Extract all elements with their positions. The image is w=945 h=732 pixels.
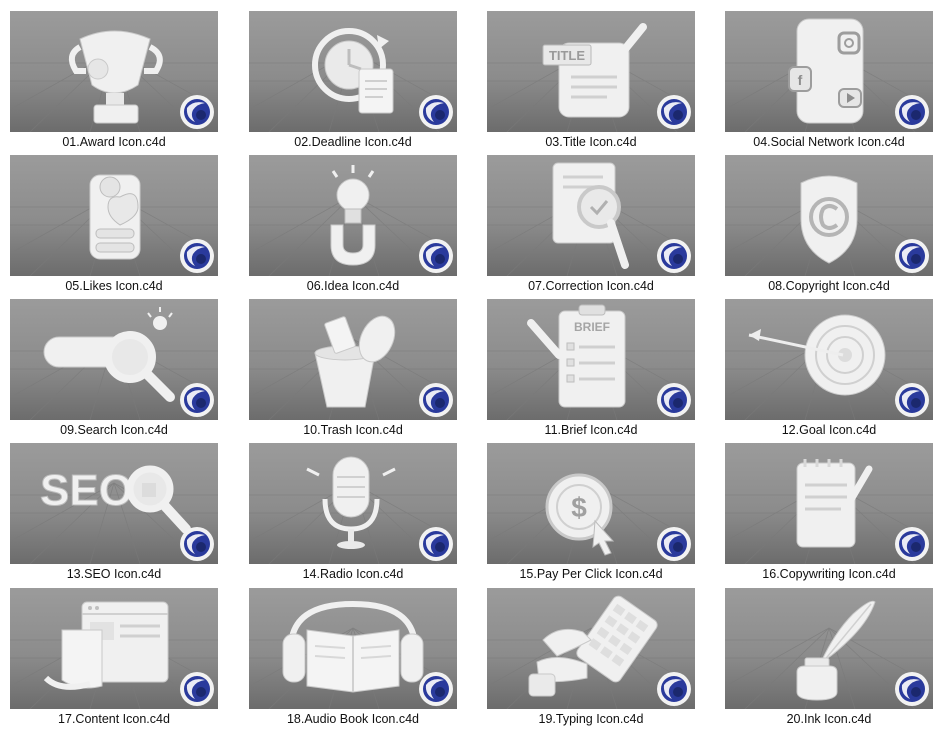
file-tile[interactable]: 16.Copywriting Icon.c4d	[725, 443, 933, 587]
file-thumbnail[interactable]	[487, 155, 695, 276]
file-name: 09.Search Icon.c4d	[60, 423, 168, 437]
file-thumbnail[interactable]: BRIEF	[487, 299, 695, 420]
cinema4d-logo-icon	[657, 527, 691, 561]
file-name: 19.Typing Icon.c4d	[538, 712, 644, 726]
file-name: 16.Copywriting Icon.c4d	[762, 567, 896, 581]
brief-stamp-text: BRIEF	[574, 320, 610, 334]
file-thumbnail[interactable]	[725, 155, 933, 276]
file-thumbnail[interactable]	[249, 588, 457, 709]
file-name: 10.Trash Icon.c4d	[303, 423, 403, 437]
file-name: 13.SEO Icon.c4d	[66, 567, 162, 581]
file-tile[interactable]: 05.Likes Icon.c4d	[10, 155, 218, 299]
file-tile[interactable]: BRIEF 11.Brief Icon.c4d	[487, 299, 695, 443]
file-name: 15.Pay Per Click Icon.c4d	[519, 567, 663, 581]
file-thumbnail[interactable]	[10, 588, 218, 709]
cinema4d-logo-icon	[895, 383, 929, 417]
file-tile[interactable]: 08.Copyright Icon.c4d	[725, 155, 933, 299]
file-thumbnail[interactable]	[249, 299, 457, 420]
cinema4d-logo-icon	[180, 383, 214, 417]
file-name: 03.Title Icon.c4d	[545, 135, 637, 149]
file-name: 05.Likes Icon.c4d	[65, 279, 163, 293]
file-tile[interactable]: 19.Typing Icon.c4d	[487, 588, 695, 732]
file-tile[interactable]: TITLE 03.Title Icon.c4d	[487, 11, 695, 155]
file-name: 02.Deadline Icon.c4d	[294, 135, 412, 149]
cinema4d-logo-icon	[657, 672, 691, 706]
title-stamp-text: TITLE	[549, 48, 585, 63]
file-tile[interactable]: f 04.Social Network Icon.c4d	[725, 11, 933, 155]
file-thumbnail[interactable]	[249, 155, 457, 276]
file-name: 08.Copyright Icon.c4d	[768, 279, 890, 293]
file-thumbnail[interactable]: TITLE	[487, 11, 695, 132]
file-name: 06.Idea Icon.c4d	[306, 279, 400, 293]
file-name: 11.Brief Icon.c4d	[544, 423, 638, 437]
file-name: 01.Award Icon.c4d	[62, 135, 166, 149]
file-thumbnail[interactable]	[10, 11, 218, 132]
cinema4d-logo-icon	[419, 527, 453, 561]
cinema4d-logo-icon	[657, 383, 691, 417]
cinema4d-logo-icon	[419, 239, 453, 273]
svg-text:f: f	[798, 72, 803, 88]
file-name: 12.Goal Icon.c4d	[781, 423, 877, 437]
file-tile[interactable]: 12.Goal Icon.c4d	[725, 299, 933, 443]
file-tile[interactable]: $ 15.Pay Per Click Icon.c4d	[487, 443, 695, 587]
file-tile[interactable]: 01.Award Icon.c4d	[10, 11, 218, 155]
file-tile[interactable]: SEO 13.SEO Icon.c4d	[10, 443, 218, 587]
file-thumbnail[interactable]	[725, 588, 933, 709]
file-tile[interactable]: 07.Correction Icon.c4d	[487, 155, 695, 299]
file-thumbnail[interactable]	[249, 11, 457, 132]
file-thumbnail[interactable]	[10, 299, 218, 420]
cinema4d-logo-icon	[657, 95, 691, 129]
file-thumbnail[interactable]	[725, 299, 933, 420]
file-tile[interactable]: 18.Audio Book Icon.c4d	[249, 588, 457, 732]
cinema4d-logo-icon	[180, 527, 214, 561]
file-name: 20.Ink Icon.c4d	[786, 712, 872, 726]
cinema4d-logo-icon	[419, 672, 453, 706]
cinema4d-logo-icon	[657, 239, 691, 273]
file-tile[interactable]: 09.Search Icon.c4d	[10, 299, 218, 443]
file-thumbnail[interactable]	[725, 443, 933, 564]
cinema4d-logo-icon	[419, 95, 453, 129]
cinema4d-logo-icon	[895, 95, 929, 129]
file-tile[interactable]: 02.Deadline Icon.c4d	[249, 11, 457, 155]
svg-text:$: $	[571, 492, 587, 523]
file-tile[interactable]: 17.Content Icon.c4d	[10, 588, 218, 732]
cinema4d-logo-icon	[895, 527, 929, 561]
file-tile[interactable]: 06.Idea Icon.c4d	[249, 155, 457, 299]
cinema4d-logo-icon	[180, 239, 214, 273]
file-thumbnail[interactable]	[487, 588, 695, 709]
cinema4d-logo-icon	[180, 95, 214, 129]
file-thumbnail[interactable]: $	[487, 443, 695, 564]
cinema4d-logo-icon	[895, 239, 929, 273]
file-thumbnail[interactable]: f	[725, 11, 933, 132]
cinema4d-logo-icon	[895, 672, 929, 706]
cinema4d-logo-icon	[180, 672, 214, 706]
file-name: 07.Correction Icon.c4d	[528, 279, 654, 293]
file-thumbnail[interactable]	[10, 155, 218, 276]
file-tile[interactable]: 10.Trash Icon.c4d	[249, 299, 457, 443]
file-tile[interactable]: 14.Radio Icon.c4d	[249, 443, 457, 587]
file-name: 18.Audio Book Icon.c4d	[286, 712, 420, 726]
file-thumbnail-grid: 01.Award Icon.c4d 02.Deadline Icon.c4d T…	[0, 0, 945, 731]
file-name: 14.Radio Icon.c4d	[302, 567, 404, 581]
file-thumbnail[interactable]: SEO	[10, 443, 218, 564]
file-name: 04.Social Network Icon.c4d	[753, 135, 905, 149]
seo-text: SEO	[40, 466, 133, 515]
file-tile[interactable]: 20.Ink Icon.c4d	[725, 588, 933, 732]
cinema4d-logo-icon	[419, 383, 453, 417]
file-thumbnail[interactable]	[249, 443, 457, 564]
file-name: 17.Content Icon.c4d	[58, 712, 170, 726]
